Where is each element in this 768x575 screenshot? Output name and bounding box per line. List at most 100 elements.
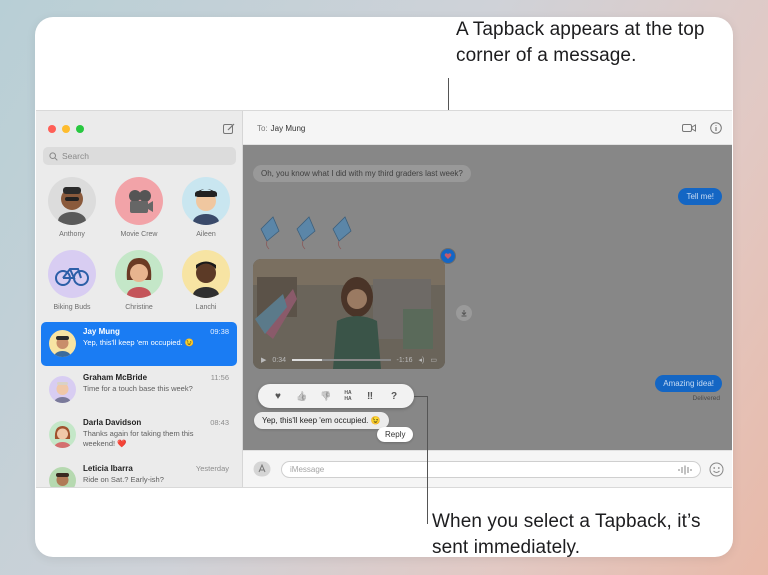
pin-name: Christine — [125, 304, 153, 311]
haha-tapback[interactable]: HA HA — [341, 387, 355, 405]
recipient-name: Jay Mung — [270, 124, 306, 133]
conversation-leticia-ibarra[interactable]: Leticia Ibarra Yesterday Ride on Sat.? E… — [41, 459, 237, 487]
conversation-name: Jay Mung — [83, 327, 120, 336]
callout-line-bottom — [427, 396, 428, 524]
tapback-callout: A Tapback appears at the top corner of a… — [456, 19, 705, 66]
avatar — [49, 376, 76, 403]
conversation-name: Leticia Ibarra — [83, 464, 133, 473]
delivered-status: Delivered — [692, 395, 720, 402]
select-tapback-callout: When you select a Tapback, it’s sent imm… — [432, 511, 701, 558]
conversation-name: Darla Davidson — [83, 418, 142, 427]
memoji-icon — [54, 382, 71, 403]
close-button[interactable] — [48, 125, 56, 133]
app-store-icon[interactable] — [253, 461, 271, 477]
pin-name: Lanchi — [195, 304, 217, 311]
input-placeholder: iMessage — [290, 465, 325, 474]
pin-name: Anthony — [59, 231, 85, 238]
pin-biking-buds[interactable]: Biking Buds — [37, 250, 107, 311]
avatar — [115, 250, 163, 298]
film-camera-icon — [129, 190, 153, 213]
audio-message-icon[interactable] — [678, 465, 692, 475]
pin-christine[interactable]: Christine — [104, 250, 174, 311]
window-controls — [48, 125, 84, 133]
conversation-time: 11:56 — [210, 373, 229, 382]
emphasize-tapback[interactable]: ‼ — [361, 387, 379, 405]
video-current-time: 0:34 — [272, 356, 287, 364]
save-video-icon[interactable] — [456, 305, 472, 321]
video-remaining-time: -1:16 — [396, 356, 413, 364]
recipient-field[interactable]: To: Jay Mung — [257, 124, 305, 133]
conversation-time: 09:38 — [210, 327, 229, 336]
conversation-jay-mung[interactable]: Jay Mung 09:38 Yep, this'll keep 'em occ… — [41, 322, 237, 366]
avatar — [49, 330, 76, 357]
download-icon — [461, 310, 467, 317]
header-actions — [682, 122, 722, 134]
heart-icon — [444, 253, 452, 259]
search-icon — [49, 151, 58, 161]
pin-movie-crew[interactable]: Movie Crew — [104, 177, 174, 238]
avatar — [48, 177, 96, 225]
outgoing-message[interactable]: Tell me! — [678, 188, 722, 205]
conversation-name: Graham McBride — [83, 373, 148, 382]
memoji-icon — [54, 426, 71, 448]
conversation-darla-davidson[interactable]: Darla Davidson 08:43 Thanks again for ta… — [41, 413, 237, 457]
question-tapback[interactable]: ? — [385, 387, 403, 405]
pin-name: Aileen — [196, 231, 216, 238]
airplay-icon[interactable]: ▭ — [430, 356, 437, 364]
kite-icon — [260, 216, 352, 250]
incoming-message[interactable]: Oh, you know what I did with my third gr… — [253, 165, 471, 182]
memoji-icon — [193, 189, 219, 225]
play-icon[interactable]: ▶ — [261, 356, 266, 364]
zoom-button[interactable] — [76, 125, 84, 133]
reply-button[interactable]: Reply — [377, 427, 414, 442]
video-message[interactable]: ▶ 0:34 -1:16 ◂) ▭ — [253, 259, 445, 369]
volume-icon[interactable]: ◂) — [419, 356, 425, 364]
pin-name: Movie Crew — [120, 231, 158, 238]
pin-name: Biking Buds — [53, 304, 91, 311]
conversation-preview: Thanks again for taking them this weeken… — [83, 429, 194, 448]
video-progress — [292, 359, 322, 361]
conversation-time: 08:43 — [210, 418, 229, 427]
search-placeholder: Search — [62, 151, 89, 161]
avatar — [49, 421, 76, 448]
thumbs-up-tapback[interactable]: 👍 — [293, 387, 311, 405]
minimize-button[interactable] — [62, 125, 70, 133]
selected-incoming-message[interactable]: Yep, this'll keep 'em occupied. 😉 — [254, 412, 389, 429]
memoji-icon — [126, 258, 152, 298]
heart-tapback[interactable]: ♥ — [269, 387, 287, 405]
thumbs-down-tapback[interactable]: 👎 — [317, 387, 335, 405]
imessage-input[interactable]: iMessage — [281, 461, 701, 478]
pin-aileen[interactable]: Aileen — [171, 177, 241, 238]
video-call-icon[interactable] — [682, 122, 696, 134]
video-scrubber[interactable] — [292, 359, 391, 361]
memoji-icon — [54, 336, 71, 357]
pin-anthony[interactable]: Anthony — [37, 177, 107, 238]
chat-header: To: Jay Mung — [243, 111, 732, 145]
bicycle-icon — [55, 268, 89, 286]
conversation-preview: Time for a touch base this week? — [83, 384, 193, 393]
compose-icon[interactable] — [222, 122, 236, 136]
search-field[interactable]: Search — [43, 147, 236, 165]
chat-pane: To: Jay Mung Oh, you know what I did with… — [243, 111, 732, 487]
avatar — [115, 177, 163, 225]
conversation-graham-mcbride[interactable]: Graham McBride 11:56 Time for a touch ba… — [41, 368, 237, 412]
avatar — [182, 250, 230, 298]
avatar — [49, 467, 76, 487]
message-composer: iMessage — [243, 450, 732, 487]
conversation-preview: Yep, this'll keep 'em occupied. 😉 — [83, 338, 195, 347]
callout-line-bottom-tick — [414, 396, 427, 397]
pin-lanchi[interactable]: Lanchi — [171, 250, 241, 311]
outgoing-message[interactable]: Amazing idea! — [655, 375, 722, 392]
memoji-icon — [193, 261, 219, 298]
emoji-icon[interactable] — [709, 462, 724, 477]
info-icon[interactable] — [710, 122, 722, 134]
memoji-icon — [56, 473, 69, 486]
memoji-icon — [58, 187, 86, 225]
conversation-time: Yesterday — [195, 464, 229, 473]
kite-stickers[interactable] — [257, 215, 367, 251]
sidebar: Search Anthony Movie Crew Aileen Biking … — [36, 111, 243, 487]
avatar — [182, 177, 230, 225]
tapback-picker: ♥ 👍 👎 HA HA ‼ ? — [258, 384, 414, 408]
to-label: To: — [257, 124, 268, 133]
avatar — [48, 250, 96, 298]
